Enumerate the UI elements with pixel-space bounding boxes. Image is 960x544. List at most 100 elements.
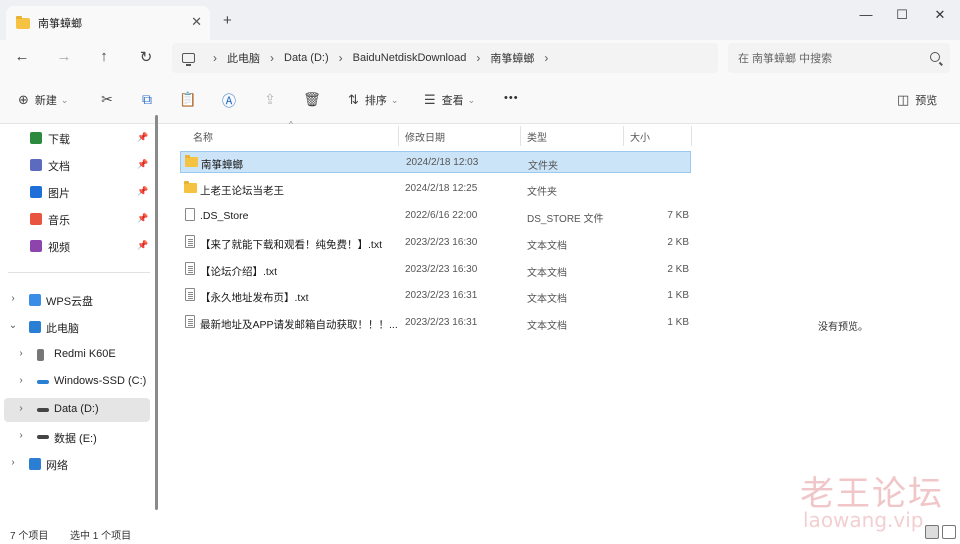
- breadcrumb-current-folder[interactable]: 南箏蟑螂: [490, 50, 534, 66]
- details-view-button[interactable]: [925, 525, 939, 539]
- sidebar-item-label: 数据 (E:): [54, 433, 97, 445]
- sidebar-item-pinned[interactable]: 音乐 📌: [0, 207, 150, 231]
- video-icon: [30, 240, 42, 252]
- chevron-right-icon[interactable]: ›: [16, 348, 26, 359]
- close-window-button[interactable]: ✕: [930, 7, 950, 23]
- file-name: .DS_Store: [200, 210, 249, 222]
- file-row[interactable]: 最新地址及APP请发邮箱自动获取！！！... 2023/2/23 16:31 文本文…: [180, 312, 691, 334]
- column-header-name[interactable]: 名称: [193, 129, 213, 144]
- up-button[interactable]: ↑: [94, 48, 114, 65]
- paste-icon[interactable]: 📋: [178, 91, 198, 108]
- column-header-type[interactable]: 类型: [527, 129, 547, 144]
- search-input[interactable]: 在 南箏蟑螂 中搜索: [728, 43, 950, 73]
- file-row[interactable]: 【论坛介绍】.txt 2023/2/23 16:30 文本文档 2 KB: [180, 259, 691, 281]
- new-tab-button[interactable]: +: [223, 12, 232, 29]
- address-bar[interactable]: › 此电脑 › Data (D:) › BaiduNetdiskDownload…: [172, 43, 718, 73]
- pin-icon: 📌: [137, 213, 149, 223]
- sort-label: 排序: [364, 95, 387, 107]
- column-divider[interactable]: [623, 126, 624, 146]
- file-row[interactable]: .DS_Store 2022/6/16 22:00 DS_STORE 文件 7 KB: [180, 205, 691, 227]
- drive-icon: [37, 435, 49, 439]
- file-name: 最新地址及APP请发邮箱自动获取！！！...: [200, 319, 398, 331]
- breadcrumb-drive-d[interactable]: Data (D:): [284, 52, 329, 64]
- file-row[interactable]: 南箏蟑螂 2024/2/18 12:03 文件夹: [180, 151, 691, 173]
- sidebar-item-pinned[interactable]: 视频 📌: [0, 234, 150, 258]
- file-row[interactable]: 【来了就能下载和观看！纯免费！】.txt 2023/2/23 16:30 文本文档 2…: [180, 232, 691, 254]
- maximize-button[interactable]: ☐: [892, 7, 912, 23]
- breadcrumb-separator[interactable]: ›: [476, 51, 480, 65]
- file-type: 文本文档: [527, 241, 567, 252]
- file-size: 1 KB: [667, 317, 689, 328]
- sidebar-tree-item[interactable]: › Windows-SSD (C:): [0, 370, 150, 394]
- text-file-icon: [185, 235, 195, 248]
- forward-button[interactable]: →: [54, 48, 74, 65]
- back-button[interactable]: ←: [12, 48, 32, 65]
- sidebar-item-label: Redmi K60E: [54, 348, 116, 360]
- breadcrumb-this-pc[interactable]: 此电脑: [227, 50, 260, 66]
- file-type: DS_STORE 文件: [527, 214, 604, 225]
- sidebar-item-label: 网络: [46, 460, 68, 472]
- sidebar-tree-item[interactable]: › Redmi K60E: [0, 343, 150, 367]
- rename-icon[interactable]: Ⓐ: [219, 91, 239, 111]
- phone-icon: [37, 349, 44, 361]
- close-tab-icon[interactable]: ✕: [191, 14, 202, 30]
- sidebar-tree-item[interactable]: ⌄ 此电脑: [0, 315, 150, 339]
- pictures-icon: [30, 186, 42, 198]
- column-divider[interactable]: [691, 126, 692, 146]
- document-icon: [30, 159, 42, 171]
- chevron-down-icon: ⌄: [390, 94, 399, 105]
- computer-icon: [29, 321, 41, 333]
- column-header-size[interactable]: 大小: [630, 129, 650, 144]
- sidebar-item-pinned[interactable]: 文档 📌: [0, 153, 150, 177]
- search-icon[interactable]: [930, 52, 940, 62]
- cut-icon[interactable]: ✂: [97, 91, 117, 108]
- column-divider[interactable]: [398, 126, 399, 146]
- sidebar-item-pinned[interactable]: 下载 📌: [0, 126, 150, 150]
- folder-icon: [16, 15, 30, 29]
- sidebar-item-label: 音乐: [48, 215, 70, 227]
- view-button[interactable]: ☰ 查看 ⌄: [424, 92, 475, 108]
- sidebar-item-pinned[interactable]: 图片 📌: [0, 180, 150, 204]
- new-button[interactable]: ⊕ 新建 ⌄: [18, 92, 68, 108]
- column-divider[interactable]: [520, 126, 521, 146]
- drive-icon: [37, 380, 49, 384]
- pin-icon: 📌: [137, 240, 149, 250]
- share-icon[interactable]: ⇪: [260, 91, 280, 108]
- file-row[interactable]: 上老王论坛当老王 2024/2/18 12:25 文件夹: [180, 178, 691, 200]
- sidebar-tree-item[interactable]: › WPS云盘: [0, 288, 150, 312]
- sort-button[interactable]: ⇅ 排序 ⌄: [348, 92, 398, 108]
- breadcrumb-separator[interactable]: ›: [339, 51, 343, 65]
- sidebar-item-label: 文档: [48, 161, 70, 173]
- file-row[interactable]: 【永久地址发布页】.txt 2023/2/23 16:31 文本文档 1 KB: [180, 285, 691, 307]
- more-options-button[interactable]: •••: [504, 92, 519, 104]
- delete-icon[interactable]: 🗑: [302, 91, 322, 108]
- new-label: 新建: [34, 95, 57, 107]
- breadcrumb-separator[interactable]: ›: [270, 51, 274, 65]
- breadcrumb-separator[interactable]: ›: [544, 51, 548, 65]
- sidebar-tree-item[interactable]: › 数据 (E:): [0, 425, 150, 449]
- search-placeholder: 在 南箏蟑螂 中搜索: [738, 53, 833, 65]
- sidebar-scrollbar[interactable]: [155, 115, 158, 510]
- chevron-down-icon[interactable]: ⌄: [8, 320, 18, 331]
- file-type: 文本文档: [527, 268, 567, 279]
- sidebar-tree-item[interactable]: › Data (D:): [4, 398, 150, 422]
- preview-pane-button[interactable]: ◫ 预览: [897, 92, 937, 108]
- chevron-right-icon[interactable]: ›: [16, 403, 26, 414]
- download-icon: [30, 132, 42, 144]
- breadcrumb-separator[interactable]: ›: [213, 51, 217, 65]
- copy-icon[interactable]: ⧉: [137, 91, 157, 108]
- refresh-button[interactable]: ↻: [136, 48, 156, 66]
- chevron-right-icon[interactable]: ›: [16, 430, 26, 441]
- chevron-right-icon[interactable]: ›: [16, 375, 26, 386]
- sidebar-item-label: 下载: [48, 134, 70, 146]
- chevron-right-icon[interactable]: ›: [8, 457, 18, 468]
- chevron-right-icon[interactable]: ›: [8, 293, 18, 304]
- breadcrumb-baidunetdisk[interactable]: BaiduNetdiskDownload: [353, 52, 467, 64]
- pin-icon: 📌: [137, 159, 149, 169]
- column-header-date[interactable]: 修改日期: [405, 129, 445, 144]
- minimize-button[interactable]: —: [856, 7, 876, 22]
- sidebar-tree-item[interactable]: › 网络: [0, 452, 150, 476]
- tab-current-folder[interactable]: 南箏蟑螂 ✕: [6, 6, 210, 40]
- file-date: 2023/2/23 16:31: [405, 317, 478, 328]
- tiles-view-button[interactable]: [942, 525, 956, 539]
